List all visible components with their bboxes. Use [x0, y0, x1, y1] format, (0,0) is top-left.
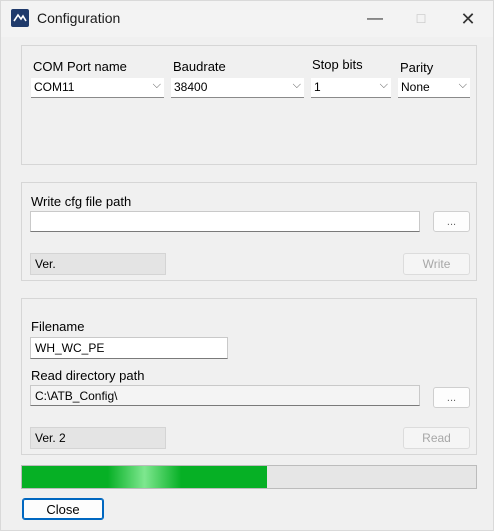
read-version-field: Ver. 2: [30, 427, 166, 449]
parity-value: None: [401, 80, 430, 94]
write-path-input[interactable]: [30, 211, 420, 232]
read-dir-label: Read directory path: [31, 368, 145, 383]
com-port-dropdown[interactable]: COM11 ⌵: [31, 78, 164, 98]
stop-bits-value: 1: [314, 80, 321, 94]
serial-settings-group: COM Port name COM11 ⌵ Baudrate 38400 ⌵ S…: [21, 45, 477, 165]
read-version-value: Ver. 2: [35, 431, 66, 445]
write-config-group: Write cfg file path ... Ver. Write: [21, 182, 477, 281]
app-logo-icon: [11, 9, 29, 27]
write-path-label: Write cfg file path: [31, 194, 132, 209]
read-button[interactable]: Read: [403, 427, 470, 449]
baudrate-label: Baudrate: [173, 59, 226, 74]
close-button[interactable]: Close: [22, 498, 104, 520]
chevron-down-icon: ⌵: [292, 79, 301, 91]
filename-value: WH_WC_PE: [35, 341, 105, 355]
read-config-group: Filename WH_WC_PE Read directory path C:…: [21, 298, 477, 455]
baudrate-dropdown[interactable]: 38400 ⌵: [171, 78, 304, 98]
read-dir-input[interactable]: C:\ATB_Config\: [30, 385, 420, 406]
progress-fill: [22, 466, 268, 488]
chevron-down-icon: ⌵: [379, 79, 388, 91]
stop-bits-dropdown[interactable]: 1 ⌵: [311, 78, 391, 98]
minimize-button[interactable]: —: [352, 1, 398, 37]
write-button[interactable]: Write: [403, 253, 470, 275]
read-browse-button[interactable]: ...: [433, 387, 470, 408]
chevron-down-icon: ⌵: [458, 79, 467, 91]
close-window-button[interactable]: ✕: [445, 1, 491, 37]
configuration-window: Configuration — ☐ ✕ COM Port name COM11 …: [0, 0, 494, 531]
stop-bits-label: Stop bits: [312, 57, 363, 72]
com-port-label: COM Port name: [33, 59, 127, 74]
write-browse-button[interactable]: ...: [433, 211, 470, 232]
read-dir-value: C:\ATB_Config\: [35, 389, 118, 403]
chevron-down-icon: ⌵: [152, 79, 161, 91]
title-bar: Configuration — ☐ ✕: [1, 1, 493, 37]
write-version-value: Ver.: [35, 257, 56, 271]
parity-label: Parity: [400, 60, 434, 75]
maximize-button[interactable]: ☐: [398, 1, 444, 37]
filename-input[interactable]: WH_WC_PE: [30, 337, 228, 359]
baudrate-value: 38400: [174, 80, 208, 94]
progress-bar: [21, 465, 477, 489]
write-version-field: Ver.: [30, 253, 166, 275]
window-title: Configuration: [37, 10, 121, 26]
parity-dropdown[interactable]: None ⌵: [398, 78, 470, 98]
filename-label: Filename: [31, 319, 85, 334]
com-port-value: COM11: [34, 80, 75, 94]
